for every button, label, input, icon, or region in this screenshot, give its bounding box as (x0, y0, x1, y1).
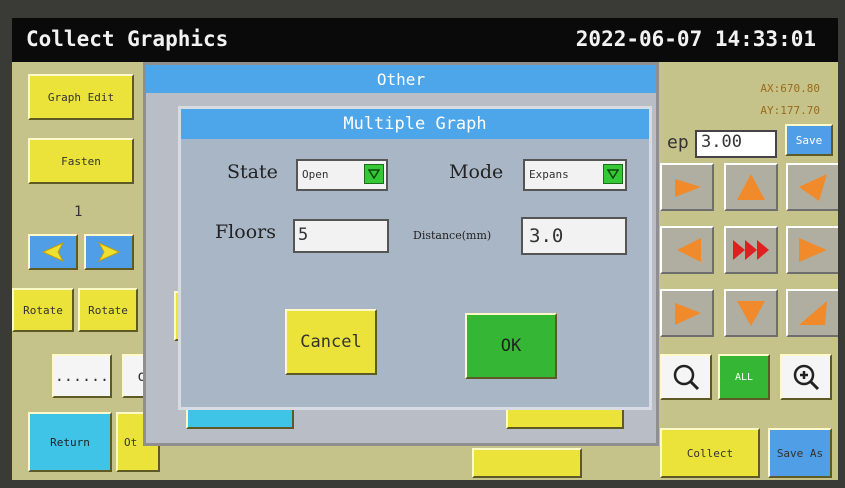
ay-coordinate: AY:177.70 (760, 104, 820, 117)
mode-dropdown-icon[interactable] (603, 164, 623, 184)
graph-edit-button[interactable]: Graph Edit (28, 74, 134, 120)
arrow-up-right-icon (799, 174, 827, 201)
floors-label: Floors (215, 221, 276, 243)
save-button[interactable]: Save (785, 124, 833, 156)
zoom-in-button[interactable] (780, 354, 832, 400)
distance-label: Distance(mm) (413, 229, 492, 242)
arrow-up-left-icon (675, 179, 701, 197)
return-button[interactable]: Return (28, 412, 112, 472)
title-bar: Collect Graphics 2022-06-07 14:33:01 (12, 18, 838, 62)
other-dialog-title: Other (146, 65, 656, 93)
move-down-right-button[interactable] (786, 289, 838, 337)
select-all-button[interactable]: ALL (718, 354, 770, 400)
step-input[interactable]: 3.00 (695, 130, 777, 158)
state-label: State (227, 161, 278, 183)
mode-label: Mode (449, 161, 504, 183)
state-dropdown-icon[interactable] (364, 164, 384, 184)
move-up-button[interactable] (724, 163, 778, 211)
fast-forward-icon (733, 240, 769, 260)
arrow-down-right-icon (799, 301, 827, 325)
save-as-button[interactable]: Save As (768, 428, 832, 478)
arrow-left-icon (677, 238, 701, 262)
zoom-out-icon (673, 364, 700, 391)
left-arrow-icon (41, 241, 65, 263)
arrow-right-icon (799, 238, 827, 262)
screen-title: Collect Graphics (26, 27, 229, 51)
multiple-graph-dialog: Multiple Graph State Open Mode Expans Fl… (178, 106, 652, 410)
fasten-button[interactable]: Fasten (28, 138, 134, 184)
collect-button[interactable]: Collect (660, 428, 760, 478)
move-up-left-button[interactable] (660, 163, 714, 211)
arrow-down-icon (737, 301, 765, 326)
step-label: ep (667, 132, 689, 153)
arrow-up-icon (737, 174, 765, 200)
rotate-right-button[interactable]: Rotate (78, 288, 138, 332)
zoom-in-icon (793, 364, 820, 391)
counter-value: 1 (74, 204, 83, 220)
multiple-graph-title: Multiple Graph (181, 109, 649, 139)
move-right-button[interactable] (786, 226, 838, 274)
zoom-out-button[interactable] (660, 354, 712, 400)
bottom-button[interactable] (472, 448, 582, 478)
rotate-left-button[interactable]: Rotate (12, 288, 74, 332)
move-down-button[interactable] (724, 289, 778, 337)
move-down-left-button[interactable] (660, 289, 714, 337)
distance-input[interactable]: 3.0 (521, 217, 627, 255)
ok-button[interactable]: OK (465, 313, 557, 379)
move-left-button[interactable] (660, 226, 714, 274)
mode-value: Expans (529, 168, 569, 181)
state-value: Open (302, 168, 329, 181)
floors-input[interactable]: 5 (293, 219, 389, 253)
state-select[interactable]: Open (296, 159, 388, 191)
cancel-button[interactable]: Cancel (285, 309, 377, 375)
line-style-dots-button[interactable]: ...... (52, 354, 112, 398)
fast-forward-button[interactable] (724, 226, 778, 274)
right-arrow-icon (97, 241, 121, 263)
prev-button[interactable] (28, 234, 78, 270)
datetime: 2022-06-07 14:33:01 (575, 27, 816, 51)
move-up-right-button[interactable] (786, 163, 838, 211)
mode-select[interactable]: Expans (523, 159, 627, 191)
arrow-down-left-icon (675, 303, 701, 325)
next-button[interactable] (84, 234, 134, 270)
ax-coordinate: AX:670.80 (760, 82, 820, 95)
